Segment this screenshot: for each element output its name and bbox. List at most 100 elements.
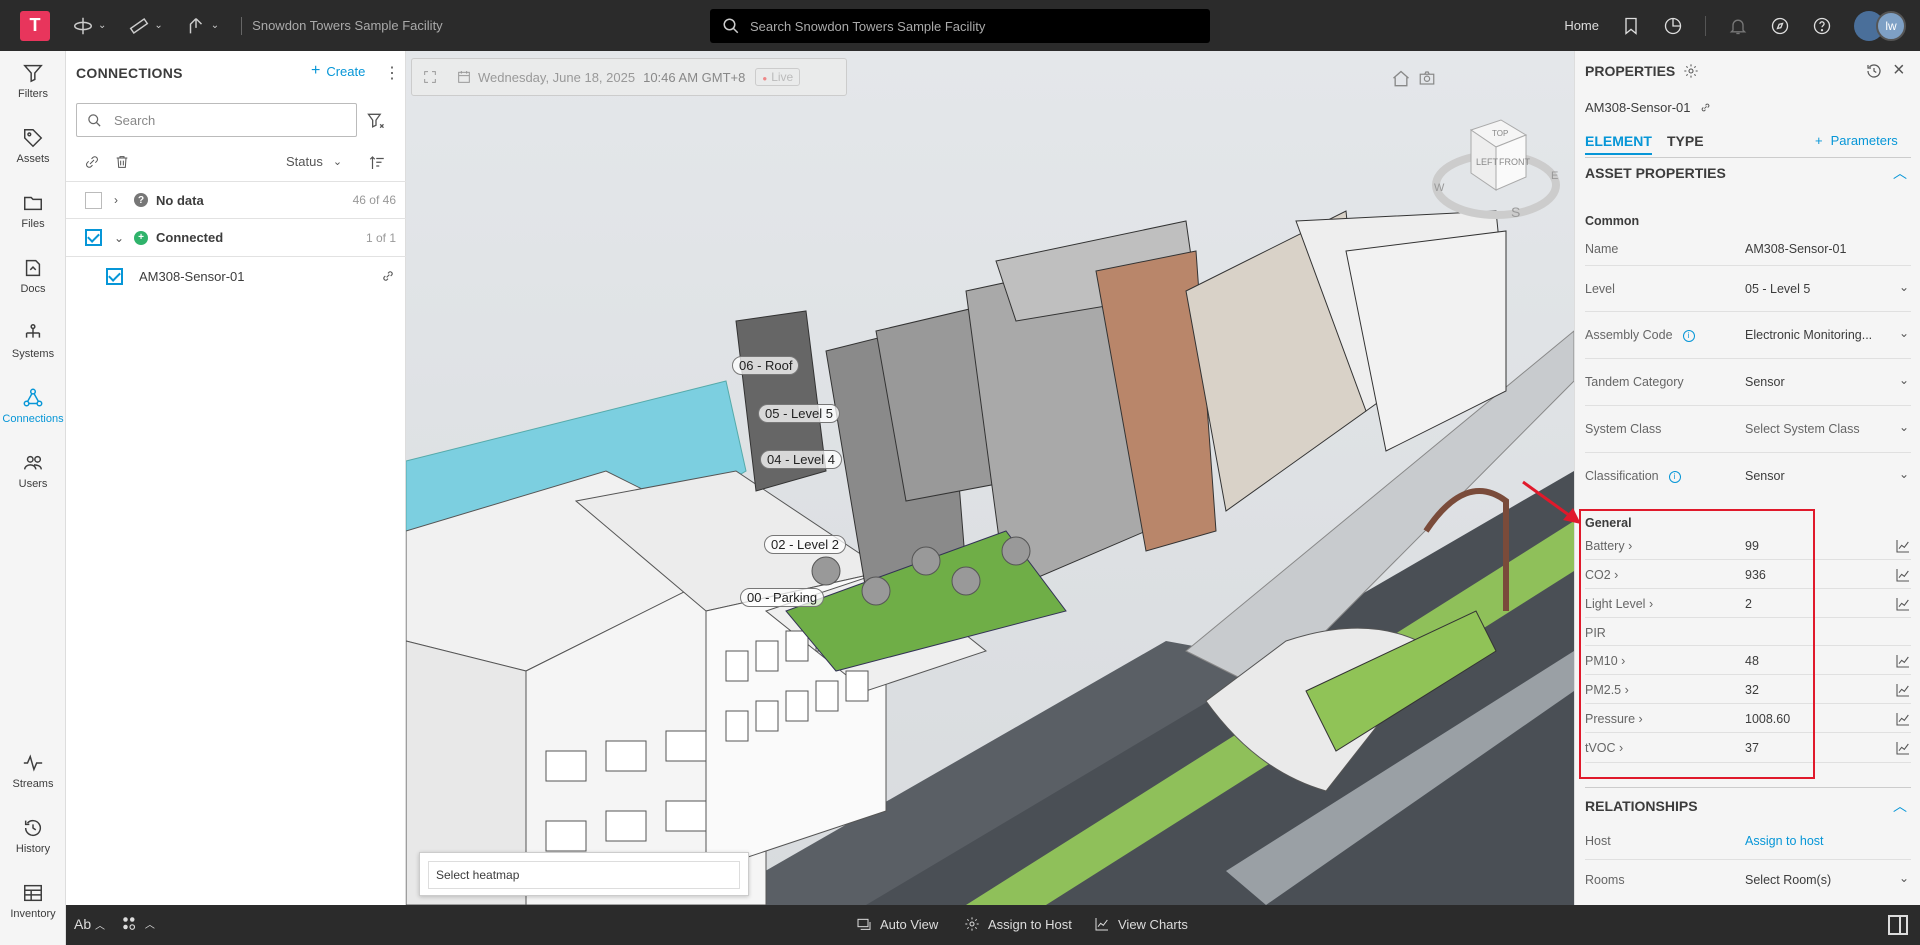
link-add-icon[interactable] [84, 154, 100, 170]
color-palette-button[interactable]: ︿ [119, 915, 155, 933]
link-icon[interactable] [1699, 101, 1712, 114]
property-key[interactable]: CO2 › [1585, 568, 1618, 582]
close-icon[interactable]: × [1893, 59, 1905, 82]
chevron-down-icon[interactable]: ⌄ [1899, 373, 1909, 387]
rail-item-users[interactable]: Users [0, 441, 66, 501]
property-key[interactable]: Battery › [1585, 539, 1632, 553]
chart-icon[interactable] [1895, 711, 1911, 727]
property-value[interactable]: Select System Class [1745, 422, 1860, 436]
rail-item-inventory[interactable]: Inventory [0, 871, 66, 931]
relationships-section[interactable]: RELATIONSHIPS [1585, 798, 1698, 814]
help-icon[interactable] [1812, 16, 1832, 36]
chevron-up-icon[interactable]: ︿ [1893, 796, 1907, 816]
link-icon[interactable] [380, 268, 396, 284]
heatmap-dropdown[interactable]: Select heatmap [428, 861, 740, 889]
advanced-filter-icon[interactable] [366, 111, 386, 131]
viewer-date[interactable]: Wednesday, June 18, 2025 [478, 70, 635, 85]
level-label-roof[interactable]: 06 - Roof [732, 356, 800, 375]
level-label-4[interactable]: 04 - Level 4 [760, 450, 842, 469]
list-item[interactable]: AM308-Sensor-01 [66, 257, 406, 295]
parameters-button[interactable]: + Parameters [1815, 133, 1898, 148]
property-value[interactable]: Select Room(s) [1745, 873, 1831, 887]
rail-item-assets[interactable]: Assets [0, 116, 66, 176]
toggle-panel-icon[interactable] [1888, 915, 1908, 935]
compass-icon[interactable] [1770, 16, 1790, 36]
property-value[interactable]: Sensor [1745, 375, 1785, 389]
fullscreen-icon[interactable] [422, 69, 438, 85]
group-row-no-data[interactable]: › ? No data 46 of 46 [66, 181, 406, 219]
property-row-system-class[interactable]: System Class Select System Class ⌄ [1585, 406, 1911, 453]
assign-to-host-button[interactable]: Assign to Host [964, 916, 1072, 932]
property-key[interactable]: Pressure › [1585, 712, 1643, 726]
info-icon[interactable]: i [1682, 329, 1695, 342]
chevron-down-icon[interactable]: ⌄ [1899, 326, 1909, 340]
user-menu[interactable]: lw [1854, 10, 1906, 41]
calendar-icon[interactable] [456, 69, 472, 85]
level-label-2[interactable]: 02 - Level 2 [764, 535, 846, 554]
bookmark-icon[interactable] [1621, 16, 1641, 36]
chart-icon[interactable] [1895, 653, 1911, 669]
chevron-down-icon[interactable]: ⌄ [114, 231, 126, 245]
property-value[interactable]: Sensor [1745, 469, 1785, 483]
info-icon[interactable]: i [1668, 470, 1681, 483]
chevron-up-icon[interactable]: ︿ [1893, 163, 1907, 183]
viewer-time[interactable]: 10:46 AM GMT+8 [643, 70, 745, 85]
property-key[interactable]: tVOC › [1585, 741, 1623, 755]
chevron-down-icon[interactable]: ⌄ [1899, 467, 1909, 481]
camera-icon[interactable] [1418, 69, 1436, 87]
rail-item-streams[interactable]: Streams [0, 741, 66, 801]
trash-icon[interactable] [114, 154, 130, 170]
home-link[interactable]: Home [1564, 18, 1599, 33]
property-value[interactable]: AM308-Sensor-01 [1745, 242, 1846, 256]
property-row-classification[interactable]: Classification i Sensor ⌄ [1585, 453, 1911, 500]
create-button[interactable]: + Create [311, 62, 365, 80]
global-search-input[interactable]: Search Snowdon Towers Sample Facility [710, 9, 1210, 43]
rail-item-connections[interactable]: Connections [0, 376, 66, 436]
property-value[interactable]: 05 - Level 5 [1745, 282, 1810, 296]
more-options-icon[interactable]: ⋮ [384, 63, 400, 83]
rail-item-systems[interactable]: Systems [0, 311, 66, 371]
property-row-tandem-category[interactable]: Tandem Category Sensor ⌄ [1585, 359, 1911, 406]
settings-gear-icon[interactable] [1683, 63, 1699, 79]
app-logo[interactable]: T [20, 10, 50, 41]
text-toggle-button[interactable]: Ab ︿ [74, 916, 105, 932]
rail-item-docs[interactable]: Docs [0, 246, 66, 306]
3d-viewer[interactable]: Wednesday, June 18, 2025 10:46 AM GMT+8 … [406, 51, 1574, 905]
property-key[interactable]: PM2.5 › [1585, 683, 1629, 697]
auto-view-button[interactable]: Auto View [856, 916, 938, 932]
chart-icon[interactable] [1895, 682, 1911, 698]
live-badge[interactable]: Live [755, 68, 801, 86]
property-row-assembly-code[interactable]: Assembly Code i Electronic Monitoring... … [1585, 312, 1911, 359]
asset-properties-section[interactable]: ASSET PROPERTIES [1585, 165, 1726, 181]
chart-icon[interactable] [1895, 740, 1911, 756]
chevron-down-icon[interactable]: ⌄ [1899, 420, 1909, 434]
view-charts-button[interactable]: View Charts [1094, 916, 1188, 932]
item-checkbox[interactable] [106, 267, 123, 285]
property-row-level[interactable]: Level 05 - Level 5 ⌄ [1585, 266, 1911, 312]
group-checkbox[interactable] [85, 191, 102, 209]
property-row-rooms[interactable]: Rooms Select Room(s) ⌄ [1585, 860, 1911, 898]
project-name[interactable]: Snowdon Towers Sample Facility [252, 18, 443, 33]
tab-element[interactable]: ELEMENT [1585, 133, 1652, 155]
building-model[interactable] [406, 51, 1574, 905]
notification-bell-icon[interactable] [1728, 16, 1748, 36]
orbit-tool-button[interactable]: ⌄ [72, 15, 106, 37]
rail-item-history[interactable]: History [0, 806, 66, 866]
chevron-down-icon[interactable]: ⌄ [1899, 871, 1909, 885]
chevron-right-icon[interactable]: › [114, 193, 126, 207]
measure-tool-button[interactable]: ⌄ [128, 15, 163, 37]
assign-to-host-link[interactable]: Assign to host [1745, 834, 1824, 848]
connections-search-input[interactable]: Search [76, 103, 357, 137]
property-key[interactable]: PM10 › [1585, 654, 1625, 668]
group-checkbox[interactable] [85, 229, 102, 246]
group-row-connected[interactable]: ⌄ + Connected 1 of 1 [66, 219, 406, 257]
view-cube[interactable]: TOP LEFT FRONT S W E [1426, 95, 1566, 235]
property-key[interactable]: Light Level › [1585, 597, 1653, 611]
tab-type[interactable]: TYPE [1667, 133, 1704, 153]
chevron-down-icon[interactable]: ⌄ [1899, 280, 1909, 294]
section-tool-button[interactable]: ⌄ [185, 15, 219, 37]
rail-item-filters[interactable]: Filters [0, 51, 66, 111]
rail-item-files[interactable]: Files [0, 181, 66, 241]
dashboard-icon[interactable] [1663, 16, 1683, 36]
level-label-5[interactable]: 05 - Level 5 [758, 404, 840, 423]
